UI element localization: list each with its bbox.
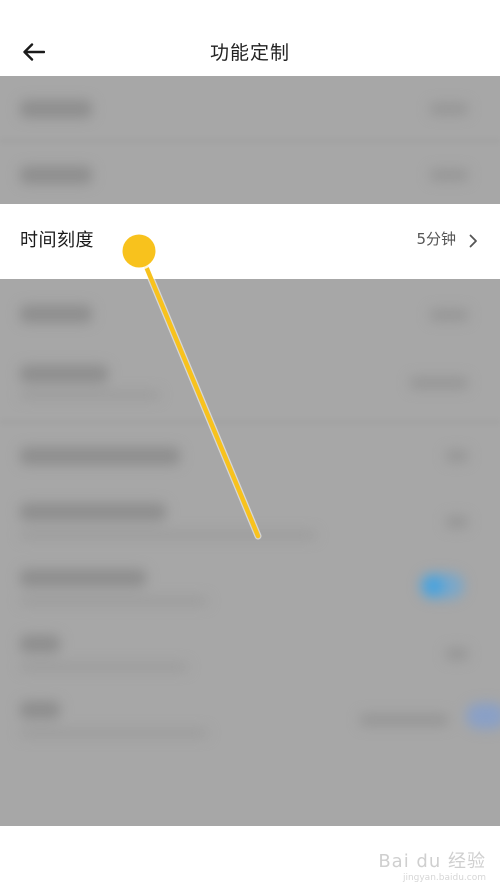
time-scale-row[interactable]: 时间刻度 5分钟 [0, 204, 500, 279]
list-item [0, 76, 500, 140]
top-bar: 功能定制 [0, 0, 500, 76]
bottom-area: Bai du 经验 jingyan.baidu.com [0, 826, 500, 889]
list-item [0, 621, 500, 687]
list-item [0, 142, 500, 204]
list-item [0, 687, 500, 767]
time-scale-label: 时间刻度 [20, 230, 94, 251]
obscured-list-top [0, 76, 500, 204]
list-item [0, 279, 500, 349]
obscured-list-bottom [0, 279, 500, 826]
watermark-logo: Bai du 经验 jingyan.baidu.com [378, 851, 486, 883]
list-item [0, 349, 500, 419]
list-item [0, 555, 500, 621]
page-title: 功能定制 [209, 42, 290, 64]
chevron-right-icon [469, 234, 477, 248]
toggle-switch [420, 573, 464, 599]
list-item [0, 489, 500, 555]
list-item [0, 423, 500, 489]
time-scale-value: 5分钟 [416, 230, 456, 248]
toggle-switch [466, 703, 500, 729]
